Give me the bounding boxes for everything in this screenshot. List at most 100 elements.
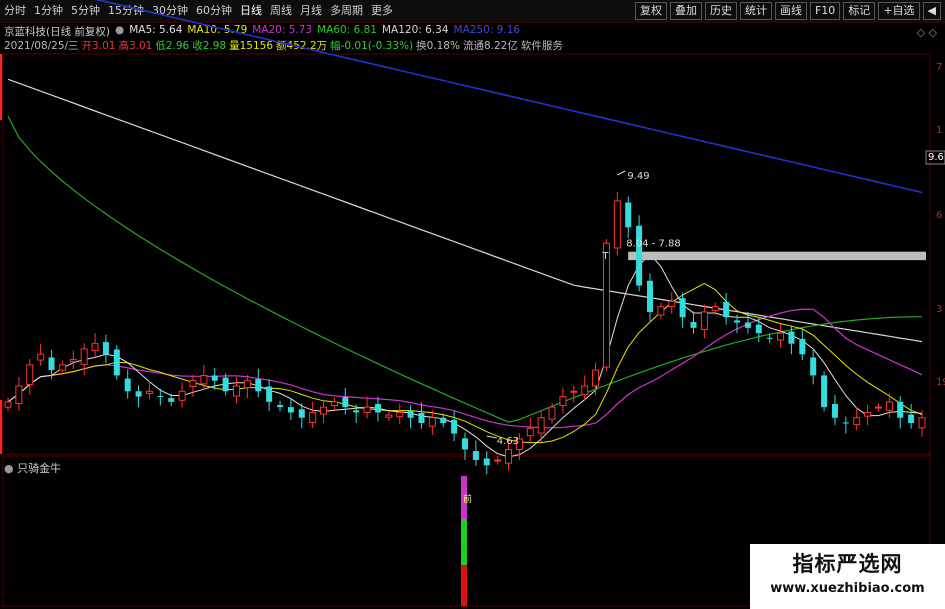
candle-body-56 [613,200,621,249]
candle-body-43 [472,451,479,461]
price-axis-label-0: 7 [936,62,942,73]
indicator-title: ● 只骑金牛 [4,460,61,476]
indicator-bar-segment-1 [461,519,467,565]
candlestick-chart[interactable]: 9.49 4.63 8.04 - 7.88 T 7 1 9.60 6 3 19 前 [0,0,945,609]
candle-body-60 [657,306,665,316]
candle-body-75 [821,375,828,408]
candle-body-21 [233,385,240,397]
candle-body-54 [592,369,600,387]
candle-body-35 [385,414,393,418]
candle-body-48 [526,427,534,437]
candle-body-30 [330,401,338,407]
candle-body-82 [897,401,904,418]
candle-body-62 [679,298,686,318]
candle-body-22 [243,380,251,389]
candle-body-3 [37,353,45,361]
indicator-settings-icon[interactable]: ● [4,462,14,475]
price-axis-label-4: 3 [936,304,942,315]
candle-body-49 [537,417,545,434]
candle-body-29 [320,406,328,415]
candle-body-33 [363,406,371,413]
candle-body-32 [353,410,360,413]
t-marker-label: T [601,251,609,262]
watermark-url: www.xuezhibiao.com [770,581,925,596]
candle-body-66 [723,301,730,318]
ma60-line [7,116,923,423]
candle-body-81 [885,401,893,411]
low-marker-line [486,435,497,439]
candle-body-11 [124,378,131,392]
candle-body-7 [80,348,88,365]
candle-body-64 [700,311,708,330]
ma120-line [7,78,923,343]
candle-body-84 [918,417,926,429]
candle-body-83 [908,414,915,424]
indicator-bar-segment-2 [461,565,467,606]
candle-body-14 [157,396,164,398]
candle-body-15 [168,398,175,402]
candle-body-58 [636,225,643,286]
ma5-line [7,253,923,458]
high-marker-line [617,170,626,176]
candle-body-0 [4,401,12,408]
candle-body-41 [451,419,458,434]
candle-body-77 [842,422,849,424]
price-axis-label-3: 6 [936,210,942,221]
candle-body-37 [407,410,414,418]
candle-body-17 [189,380,197,388]
candle-body-34 [374,403,381,413]
candle-body-20 [222,377,229,392]
candle-body-80 [874,406,882,409]
indicator-name: 只骑金牛 [17,462,62,475]
gap-zone-box [628,251,926,261]
candle-body-59 [646,280,653,312]
candle-body-9 [102,342,109,355]
candle-body-72 [788,331,795,344]
candle-body-26 [287,407,294,413]
candle-body-27 [298,409,305,418]
candle-body-1 [15,385,23,404]
candle-body-38 [418,412,425,424]
candle-body-4 [48,357,55,371]
candle-body-28 [309,411,317,423]
candle-body-50 [548,406,556,420]
candle-body-76 [831,403,838,418]
candle-body-18 [200,374,208,385]
candle-body-45 [494,459,502,462]
candle-body-63 [690,322,697,328]
candle-body-42 [462,438,468,450]
candle-body-52 [570,390,578,393]
candle-body-65 [711,306,719,311]
candle-body-16 [178,390,186,401]
price-axis-label-1: 1 [936,125,942,136]
candle-body-8 [91,343,99,352]
price-axis-label-5: 19 [936,377,945,388]
watermark: 指标严选网 www.xuezhibiao.com [750,544,945,609]
price-axis-label-2: 9.60 [928,152,945,163]
candle-body-40 [440,417,447,424]
candle-body-31 [342,397,349,408]
candle-body-69 [755,324,762,334]
watermark-title: 指标严选网 [792,552,903,576]
candle-body-23 [255,379,262,392]
candle-body-5 [58,364,66,371]
low-label: 4.63 [497,436,519,447]
candle-body-53 [581,385,589,395]
ma10-line [7,282,923,444]
indicator-signal-label: 前 [463,493,472,505]
candle-body-46 [505,448,513,464]
candle-body-36 [396,411,404,418]
candle-body-24 [266,386,273,402]
ma250-line [94,0,923,194]
candle-body-67 [734,320,741,323]
candle-body-74 [810,357,817,376]
candle-body-57 [625,202,632,228]
candle-body-51 [559,396,567,407]
candle-body-68 [744,322,751,328]
candle-body-44 [483,458,490,466]
candle-body-12 [135,391,142,397]
candle-body-25 [277,405,284,408]
candle-body-19 [211,375,218,381]
high-label: 9.49 [627,171,649,182]
candle-body-78 [853,417,861,426]
